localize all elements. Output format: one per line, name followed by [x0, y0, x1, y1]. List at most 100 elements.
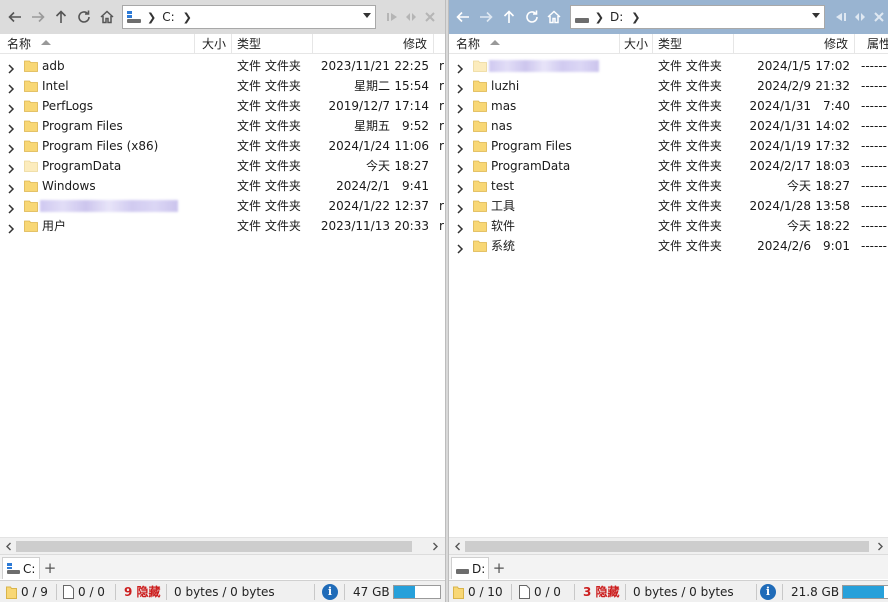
- up-button[interactable]: [49, 5, 72, 29]
- list-item[interactable]: nas 文件 文件夹 2024/1/31 14:02 ------: [449, 116, 888, 136]
- chevron-right-icon[interactable]: [6, 96, 16, 116]
- hidden-count[interactable]: 3 隐藏: [583, 581, 620, 602]
- scroll-right-arrow[interactable]: [427, 538, 443, 555]
- back-button[interactable]: [452, 5, 475, 29]
- file-name: ProgramData: [491, 159, 571, 173]
- address-bar[interactable]: ❯ C: ❯: [122, 5, 376, 29]
- address-path: C:: [162, 10, 175, 24]
- list-item[interactable]: Program Files 文件 文件夹 星期五 9:52 r: [0, 116, 445, 136]
- modified-date: 2024/1/5: [757, 59, 811, 73]
- hidden-count[interactable]: 9 隐藏: [124, 581, 161, 602]
- swap-button[interactable]: [850, 7, 869, 27]
- scroll-left-arrow[interactable]: [449, 538, 465, 555]
- file-type: 文件 文件夹: [237, 219, 301, 233]
- close-button[interactable]: [420, 7, 439, 27]
- chevron-right-icon[interactable]: [455, 116, 465, 136]
- folder-icon: [24, 176, 38, 196]
- file-count: 0 / 0: [519, 581, 561, 602]
- list-item[interactable]: 用户 文件 文件夹 2023/11/13 20:33 r: [0, 216, 445, 236]
- chevron-right-icon[interactable]: [6, 156, 16, 176]
- column-name[interactable]: 名称: [449, 34, 620, 54]
- chevron-right-icon[interactable]: [455, 236, 465, 256]
- close-button[interactable]: [869, 7, 888, 27]
- add-tab-button[interactable]: +: [491, 559, 507, 577]
- refresh-button[interactable]: [520, 5, 543, 29]
- folder-icon: [24, 76, 38, 96]
- tab-drive[interactable]: C:: [2, 557, 40, 579]
- list-item[interactable]: mas 文件 文件夹 2024/1/31 7:40 ------: [449, 96, 888, 116]
- list-item[interactable]: ProgramData 文件 文件夹 今天 18:27: [0, 156, 445, 176]
- column-size[interactable]: 大小: [620, 34, 653, 54]
- home-button[interactable]: [543, 5, 566, 29]
- horizontal-scrollbar[interactable]: [0, 537, 445, 554]
- attributes-cell: ------: [861, 139, 887, 153]
- chevron-right-icon[interactable]: [6, 196, 16, 216]
- chevron-right-icon[interactable]: [455, 76, 465, 96]
- folder-icon: [24, 196, 38, 216]
- sync-button[interactable]: [382, 7, 401, 27]
- back-button[interactable]: [3, 5, 26, 29]
- column-type[interactable]: 类型: [653, 34, 734, 54]
- sync-button[interactable]: [831, 7, 850, 27]
- scroll-right-arrow[interactable]: [872, 538, 888, 555]
- scroll-thumb[interactable]: [465, 541, 869, 552]
- chevron-right-icon[interactable]: [6, 216, 16, 236]
- forward-button[interactable]: [26, 5, 49, 29]
- chevron-right-icon[interactable]: [455, 96, 465, 116]
- home-button[interactable]: [95, 5, 118, 29]
- list-item[interactable]: ProgramData 文件 文件夹 2024/2/17 18:03 ------: [449, 156, 888, 176]
- modified-time: 22:25: [394, 59, 429, 73]
- scroll-thumb[interactable]: [16, 541, 412, 552]
- chevron-right-icon[interactable]: [455, 136, 465, 156]
- chevron-right-icon[interactable]: [455, 176, 465, 196]
- list-item[interactable]: 文件 文件夹 2024/1/22 12:37 r: [0, 196, 445, 216]
- list-item[interactable]: Program Files 文件 文件夹 2024/1/19 17:32 ------: [449, 136, 888, 156]
- list-item[interactable]: 系统 文件 文件夹 2024/2/6 9:01 ------: [449, 236, 888, 256]
- file-type: 文件 文件夹: [658, 139, 722, 153]
- info-icon[interactable]: i: [760, 584, 776, 600]
- forward-icon: [31, 11, 45, 23]
- file-name: adb: [42, 59, 65, 73]
- chevron-down-icon[interactable]: [363, 13, 371, 18]
- list-item[interactable]: 软件 文件 文件夹 今天 18:22 ------: [449, 216, 888, 236]
- scroll-left-arrow[interactable]: [0, 538, 16, 555]
- chevron-right-icon: ❯: [594, 10, 604, 24]
- forward-button[interactable]: [475, 5, 498, 29]
- list-item[interactable]: Intel 文件 文件夹 星期二 15:54 r: [0, 76, 445, 96]
- list-item[interactable]: 文件 文件夹 2024/1/5 17:02 ------: [449, 56, 888, 76]
- column-attributes[interactable]: [434, 34, 445, 54]
- column-modified[interactable]: 修改: [734, 34, 855, 54]
- list-item[interactable]: luzhi 文件 文件夹 2024/2/9 21:32 ------: [449, 76, 888, 96]
- attributes-cell: ------: [861, 239, 887, 253]
- attributes-cell: r: [439, 79, 444, 93]
- list-item[interactable]: adb 文件 文件夹 2023/11/21 22:25 r: [0, 56, 445, 76]
- chevron-right-icon[interactable]: [6, 176, 16, 196]
- chevron-right-icon[interactable]: [6, 76, 16, 96]
- chevron-right-icon[interactable]: [455, 196, 465, 216]
- list-item[interactable]: Program Files (x86) 文件 文件夹 2024/1/24 11:06 r: [0, 136, 445, 156]
- column-modified[interactable]: 修改: [313, 34, 434, 54]
- chevron-right-icon[interactable]: [6, 56, 16, 76]
- info-icon[interactable]: i: [322, 584, 338, 600]
- address-bar[interactable]: ❯ D: ❯: [569, 5, 825, 29]
- list-item[interactable]: Windows 文件 文件夹 2024/2/1 9:41: [0, 176, 445, 196]
- column-type[interactable]: 类型: [232, 34, 313, 54]
- chevron-right-icon[interactable]: [455, 56, 465, 76]
- chevron-right-icon[interactable]: [6, 116, 16, 136]
- refresh-button[interactable]: [72, 5, 95, 29]
- chevron-right-icon[interactable]: [455, 156, 465, 176]
- chevron-down-icon[interactable]: [812, 13, 820, 18]
- add-tab-button[interactable]: +: [42, 559, 58, 577]
- list-item[interactable]: PerfLogs 文件 文件夹 2019/12/7 17:14 r: [0, 96, 445, 116]
- swap-button[interactable]: [401, 7, 420, 27]
- chevron-right-icon[interactable]: [455, 216, 465, 236]
- column-size[interactable]: 大小: [195, 34, 232, 54]
- chevron-right-icon[interactable]: [6, 136, 16, 156]
- column-attributes[interactable]: 属性: [855, 34, 888, 54]
- up-button[interactable]: [498, 5, 521, 29]
- horizontal-scrollbar[interactable]: [449, 537, 888, 554]
- list-item[interactable]: 工具 文件 文件夹 2024/1/28 13:58 ------: [449, 196, 888, 216]
- list-item[interactable]: test 文件 文件夹 今天 18:27 ------: [449, 176, 888, 196]
- tab-drive[interactable]: D:: [451, 557, 489, 579]
- column-name[interactable]: 名称: [0, 34, 195, 54]
